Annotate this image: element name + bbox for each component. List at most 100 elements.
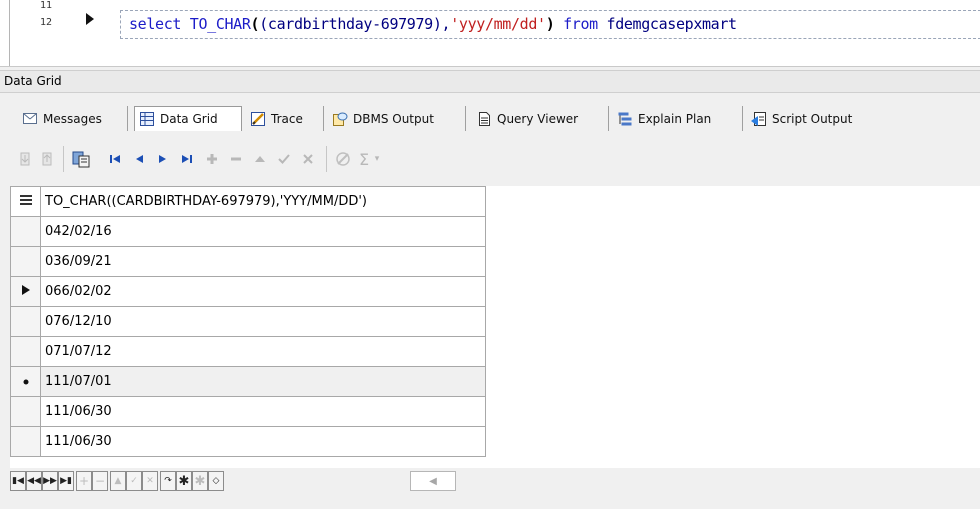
tab-trace[interactable]: Trace xyxy=(246,106,324,131)
nav-insert-icon[interactable]: + xyxy=(76,471,92,491)
tab-explain-plan[interactable]: Explain Plan xyxy=(613,106,743,131)
table-row[interactable]: 111/06/30 xyxy=(10,426,486,457)
grid-menu-icon xyxy=(19,195,32,205)
function-to-char: TO_CHAR xyxy=(189,15,251,33)
script-output-icon xyxy=(751,111,767,127)
nav-post-icon[interactable]: ✓ xyxy=(126,471,142,491)
horizontal-scrollbar[interactable]: ◀ xyxy=(410,471,456,491)
clear-icon[interactable] xyxy=(332,148,354,170)
edit-record-icon[interactable] xyxy=(249,148,271,170)
row-indicator[interactable] xyxy=(10,336,41,367)
data-grid-icon xyxy=(139,111,155,127)
table-cell[interactable]: 042/02/16 xyxy=(40,216,486,247)
table-row[interactable]: 066/02/02 xyxy=(10,276,486,307)
post-edit-icon[interactable] xyxy=(273,148,295,170)
table-cell[interactable]: 111/06/30 xyxy=(40,396,486,427)
nav-first-page-icon[interactable]: ▮◀ xyxy=(10,471,26,491)
nav-last-page-icon[interactable]: ▶▮ xyxy=(58,471,74,491)
row-indicator[interactable] xyxy=(10,276,41,307)
first-record-icon[interactable] xyxy=(104,148,126,170)
cancel-edit-icon[interactable] xyxy=(297,148,319,170)
tab-label: DBMS Output xyxy=(353,111,434,126)
tab-messages[interactable]: Messages xyxy=(18,106,128,131)
nav-edit-icon[interactable]: ▲ xyxy=(110,471,126,491)
code-argument: (cardbirthday-697979), xyxy=(259,15,451,33)
table-row[interactable]: 111/06/30 xyxy=(10,396,486,427)
row-indicator[interactable] xyxy=(10,426,41,457)
table-cell[interactable]: 111/07/01 xyxy=(40,366,486,397)
row-indicator-header[interactable] xyxy=(10,186,41,217)
results-table: TO_CHAR((CARDBIRTHDAY-697979),'YYY/MM/DD… xyxy=(10,186,486,457)
tab-label: Query Viewer xyxy=(497,111,579,126)
dbms-output-icon xyxy=(332,111,348,127)
output-tabs: Messages Data Grid Trace DBMS Output Que… xyxy=(0,104,980,134)
keyword-from: from xyxy=(563,15,598,33)
status-strip xyxy=(0,500,980,509)
nav-bookmark-icon[interactable]: ✱ xyxy=(176,471,192,491)
brace-close: ) xyxy=(545,15,555,33)
table-cell[interactable]: 071/07/12 xyxy=(40,336,486,367)
delete-record-icon[interactable] xyxy=(225,148,247,170)
tab-label: Messages xyxy=(43,111,102,126)
table-row[interactable]: 036/09/21 xyxy=(10,246,486,277)
table-cell[interactable]: 036/09/21 xyxy=(40,246,486,277)
tab-query-viewer[interactable]: Query Viewer xyxy=(472,106,609,131)
nav-filter-icon[interactable]: ◇ xyxy=(208,471,224,491)
tab-dbms-output[interactable]: DBMS Output xyxy=(328,106,466,131)
grid-navigator: ▮◀ ◀◀ ▶▶ ▶▮ + − ▲ ✓ ✕ ↷ ✱ ✱ ◇ ◀ xyxy=(10,471,980,493)
current-row-arrow-icon xyxy=(21,285,30,295)
column-header[interactable]: TO_CHAR((CARDBIRTHDAY-697979),'YYY/MM/DD… xyxy=(40,186,486,217)
nav-next-page-icon[interactable]: ▶▶ xyxy=(42,471,58,491)
tab-label: Data Grid xyxy=(160,112,218,126)
messages-icon xyxy=(22,111,38,127)
data-filter-icon[interactable] xyxy=(70,148,92,170)
table-name: fdemgcasepxmart xyxy=(606,15,738,33)
table-cell[interactable]: 076/12/10 xyxy=(40,306,486,337)
table-cell[interactable]: 111/06/30 xyxy=(40,426,486,457)
import-icon[interactable] xyxy=(36,148,58,170)
brace-open: ( xyxy=(250,15,260,33)
query-viewer-icon xyxy=(476,111,492,127)
next-record-icon[interactable] xyxy=(152,148,174,170)
row-indicator[interactable] xyxy=(10,366,41,397)
insert-record-icon[interactable] xyxy=(201,148,223,170)
toolbar-separator xyxy=(63,146,64,172)
table-row[interactable]: 111/07/01 xyxy=(10,366,486,397)
tab-data-grid[interactable]: Data Grid xyxy=(134,106,242,131)
scroll-left-icon[interactable]: ◀ xyxy=(429,476,437,487)
line-number: 11 xyxy=(40,0,53,11)
panel-title: Data Grid xyxy=(4,74,62,88)
editor-gutter: 11 12 xyxy=(0,0,120,66)
nav-refresh-icon[interactable]: ↷ xyxy=(160,471,176,491)
table-row[interactable]: 076/12/10 xyxy=(10,306,486,337)
tab-label: Script Output xyxy=(772,111,853,126)
nav-cancel-icon[interactable]: ✕ xyxy=(142,471,158,491)
keyword-select: select xyxy=(129,15,182,33)
toolbar-separator xyxy=(326,146,327,172)
trace-icon xyxy=(250,111,266,127)
row-indicator[interactable] xyxy=(10,216,41,247)
table-header-row: TO_CHAR((CARDBIRTHDAY-697979),'YYY/MM/DD… xyxy=(10,186,486,217)
table-body: 042/02/16 036/09/21 066/02/02 076/12/10 071/… xyxy=(10,216,486,457)
sum-dropdown-icon[interactable]: ▾ xyxy=(370,148,384,170)
panel-title-bar: Data Grid xyxy=(0,70,980,93)
table-row[interactable]: 042/02/16 xyxy=(10,216,486,247)
row-indicator[interactable] xyxy=(10,396,41,427)
nav-prior-page-icon[interactable]: ◀◀ xyxy=(26,471,42,491)
table-row[interactable]: 071/07/12 xyxy=(10,336,486,367)
table-cell[interactable]: 066/02/02 xyxy=(40,276,486,307)
prior-record-icon[interactable] xyxy=(128,148,150,170)
row-indicator[interactable] xyxy=(10,306,41,337)
nav-delete-icon[interactable]: − xyxy=(92,471,108,491)
sql-editor[interactable]: 11 12 select TO_CHAR((cardbirthday-69797… xyxy=(0,0,980,67)
format-string: 'yyy/mm/dd' xyxy=(450,15,546,33)
tab-script-output[interactable]: Script Output xyxy=(747,106,883,131)
last-record-icon[interactable] xyxy=(176,148,198,170)
explain-plan-icon xyxy=(617,111,633,127)
row-indicator[interactable] xyxy=(10,246,41,277)
nav-goto-bookmark-icon[interactable]: ✱ xyxy=(192,471,208,491)
code-line-current[interactable]: select TO_CHAR((cardbirthday-697979),'yy… xyxy=(120,10,980,39)
code-text[interactable]: select TO_CHAR((cardbirthday-697979),'yy… xyxy=(129,15,737,33)
export-icon[interactable] xyxy=(14,148,36,170)
data-grid[interactable]: TO_CHAR((CARDBIRTHDAY-697979),'YYY/MM/DD… xyxy=(10,186,980,468)
